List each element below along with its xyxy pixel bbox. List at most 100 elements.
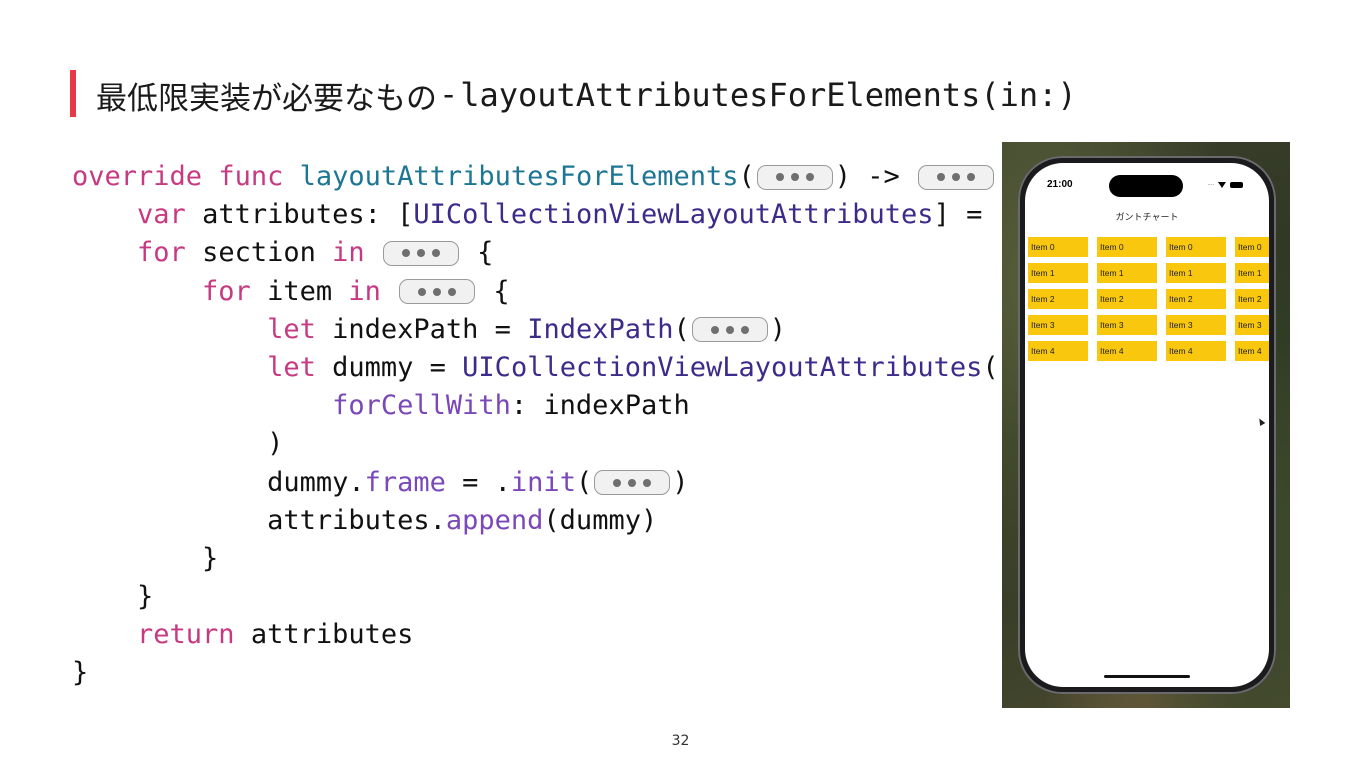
gantt-item-cell[interactable]: Item 4: [1028, 341, 1088, 361]
collapsed-code-pill[interactable]: [691, 317, 768, 343]
code-line: }: [72, 654, 1031, 692]
code-token: UICollectionViewLayoutAttributes: [462, 351, 983, 383]
code-token: attributes.: [72, 504, 446, 536]
code-token: ): [769, 313, 787, 345]
code-token: ): [72, 428, 284, 460]
ellipsis-dot-icon: [613, 478, 622, 487]
code-token: ) ->: [834, 161, 917, 192]
status-time: 21:00: [1047, 179, 1073, 190]
ellipsis-dot-icon: [628, 478, 637, 487]
code-line: let dummy = UICollectionViewLayoutAttrib…: [72, 349, 1031, 387]
ellipsis-dot-icon: [775, 173, 784, 182]
code-line: }: [72, 540, 1031, 578]
code-token: item: [250, 275, 349, 307]
code-token: attributes: [: [185, 199, 414, 231]
mouse-cursor-icon: [1256, 416, 1266, 427]
ellipsis-dot-icon: [805, 173, 814, 182]
gantt-item-cell[interactable]: Item 0: [1028, 237, 1088, 257]
ellipsis-dot-icon: [967, 173, 976, 182]
code-token: forCellWith: [332, 390, 511, 422]
gantt-item-cell[interactable]: Item 3: [1166, 315, 1226, 335]
code-line: for item in {: [72, 273, 1031, 311]
gantt-item-cell[interactable]: Item 1: [1166, 263, 1226, 283]
gantt-item-cell[interactable]: Item 4: [1235, 341, 1269, 361]
ellipsis-dot-icon: [740, 325, 749, 334]
ellipsis-dot-icon: [790, 173, 799, 182]
code-token: frame: [364, 466, 446, 498]
gantt-grid[interactable]: Item 0 Item 1 Item 2 Item 3 Item 4 Item 0 Item…: [1025, 233, 1269, 373]
slide-title: 最低限実装が必要なもの - layoutAttributesForElement…: [96, 72, 1077, 118]
gantt-item-cell[interactable]: Item 1: [1028, 263, 1088, 283]
code-token: (: [673, 313, 690, 345]
gantt-item-cell[interactable]: Item 0: [1235, 237, 1269, 257]
code-line: dummy. frame = . init(): [72, 464, 1031, 502]
code-token: init: [510, 466, 576, 498]
code-token: let: [267, 351, 316, 383]
code-token: for: [202, 275, 251, 307]
code-token: (: [982, 351, 999, 383]
simulator-screenshot: 21:00 ···· ガントチャート Item 0 Item 1 Item 2 Ite…: [1002, 142, 1290, 708]
code-token: (: [738, 161, 755, 192]
signal-icon: ····: [1207, 180, 1215, 189]
gantt-item-cell[interactable]: Item 3: [1028, 315, 1088, 335]
gantt-item-cell[interactable]: Item 4: [1097, 341, 1157, 361]
code-token: let: [267, 313, 316, 345]
gantt-item-cell[interactable]: Item 1: [1235, 263, 1269, 283]
code-token: ): [672, 466, 689, 498]
collapsed-code-pill[interactable]: [918, 164, 995, 190]
code-token: dummy.: [72, 466, 365, 498]
collapsed-code-pill[interactable]: [594, 470, 671, 496]
gantt-item-cell[interactable]: Item 2: [1028, 289, 1088, 309]
collapsed-code-pill[interactable]: [382, 240, 459, 266]
code-token: override: [72, 161, 203, 192]
code-token: for: [137, 237, 186, 269]
gantt-item-cell[interactable]: Item 0: [1097, 237, 1157, 257]
ellipsis-dot-icon: [937, 173, 946, 182]
code-token: attributes: [234, 619, 414, 651]
gantt-item-cell[interactable]: Item 4: [1166, 341, 1226, 361]
title-accent-bar: [70, 70, 76, 117]
code-token: }: [72, 581, 154, 613]
gantt-item-cell[interactable]: Item 2: [1097, 289, 1157, 309]
gantt-item-cell[interactable]: Item 0: [1166, 237, 1226, 257]
code-token: return: [137, 619, 235, 651]
title-japanese: 最低限実装が必要なもの: [96, 80, 437, 117]
ellipsis-dot-icon: [448, 287, 457, 296]
code-token: UICollectionViewLayoutAttributes: [413, 199, 934, 231]
collapsed-code-pill[interactable]: [756, 164, 833, 190]
gantt-item-cell[interactable]: Item 2: [1166, 289, 1226, 309]
code-token: IndexPath: [527, 313, 674, 345]
code-token: var: [137, 199, 186, 231]
collapsed-code-pill[interactable]: [399, 279, 476, 305]
battery-icon: [1229, 181, 1243, 188]
code-line: attributes. append (dummy): [72, 502, 1031, 540]
title-method: layoutAttributesForElements(in:): [460, 76, 1077, 114]
wifi-icon: [1217, 181, 1226, 188]
ellipsis-dot-icon: [401, 249, 410, 258]
nav-title: ガントチャート: [1115, 213, 1179, 223]
code-token: : indexPath: [510, 390, 690, 422]
code-token: }: [72, 657, 89, 689]
code-token: append: [445, 504, 544, 536]
ellipsis-dot-icon: [433, 287, 442, 296]
code-token: (: [575, 466, 593, 498]
dynamic-island: [1109, 175, 1183, 197]
code-block: override func layoutAttributesForElement…: [72, 158, 1031, 693]
gantt-item-cell[interactable]: Item 1: [1097, 263, 1157, 283]
gantt-item-cell[interactable]: Item 3: [1235, 315, 1269, 335]
code-token: {: [460, 237, 494, 269]
page-number: 32: [671, 733, 690, 749]
gantt-item-cell[interactable]: Item 3: [1097, 315, 1157, 335]
code-line: var attributes: [UICollectionViewLayoutA…: [72, 196, 1031, 234]
gantt-item-cell[interactable]: Item 2: [1235, 289, 1269, 309]
title-separator: -: [443, 77, 455, 113]
